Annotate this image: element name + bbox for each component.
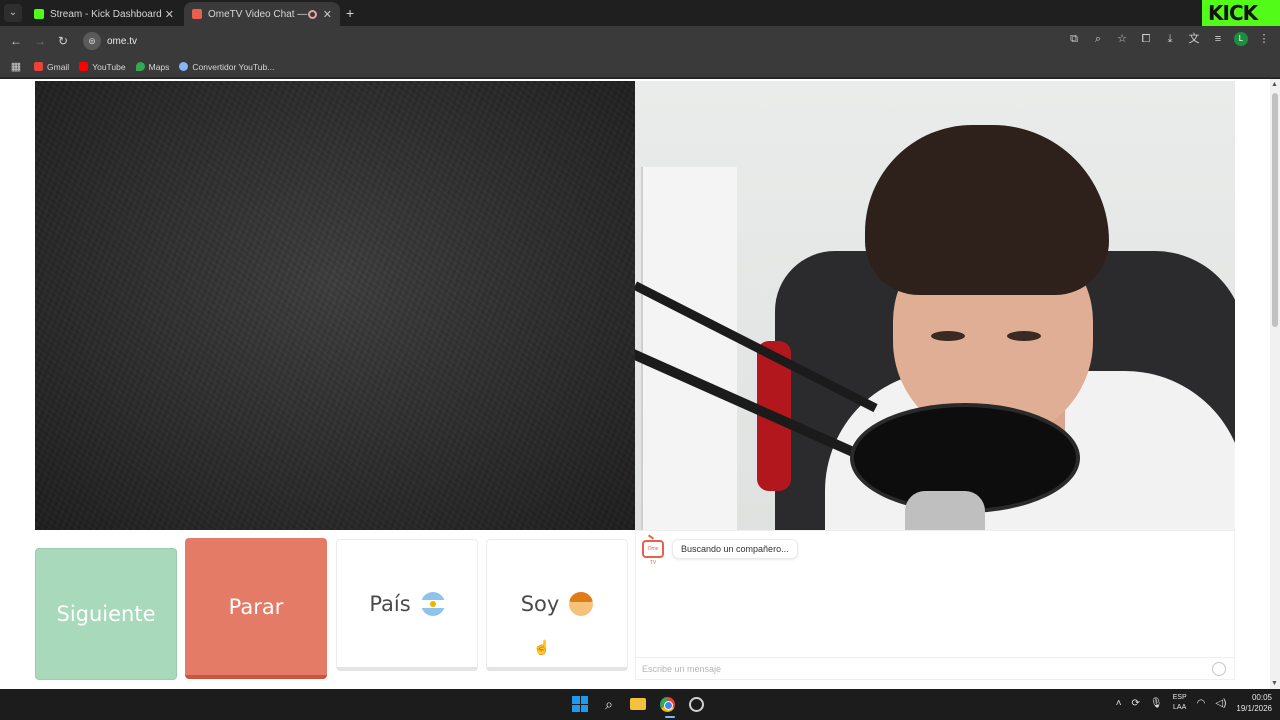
windows-start-icon[interactable] — [570, 693, 590, 715]
address-bar[interactable]: ⊜ ome.tv — [80, 30, 1030, 52]
close-tab-icon[interactable]: ✕ — [165, 8, 174, 21]
next-button[interactable]: Siguiente — [35, 548, 177, 680]
bookmark-label: Convertidor YouTub... — [192, 61, 275, 72]
tab-title: Stream - Kick Dashboard — [50, 8, 162, 20]
scroll-up-arrow-icon[interactable]: ▲ — [1271, 81, 1278, 88]
menu-kebab-icon[interactable]: ⋮ — [1256, 31, 1272, 47]
bookmark-gmail[interactable]: Gmail — [34, 62, 69, 72]
stop-button[interactable]: Parar — [185, 538, 327, 679]
site-info-icon[interactable]: ⊜ — [83, 32, 101, 50]
next-button-label: Siguiente — [56, 602, 156, 626]
tab-kick-dashboard[interactable]: Stream - Kick Dashboard ✕ — [26, 2, 182, 26]
search-icon[interactable]: ⌕ — [599, 693, 619, 715]
ometv-page: Siguiente Parar País Soy ☝ Ome TV Buscan… — [0, 79, 1270, 689]
stranger-video-static — [35, 81, 635, 530]
extensions-puzzle-icon[interactable]: ⧠ — [1138, 31, 1154, 47]
forward-arrow-icon[interactable]: → — [32, 33, 48, 49]
sync-icon[interactable]: ⟳ — [1132, 698, 1140, 709]
bookmark-label: Maps — [148, 61, 170, 72]
chat-status-bubble: Buscando un compañero... — [672, 539, 798, 559]
tab-ometv[interactable]: OmeTV Video Chat — Ome ✕ — [184, 2, 340, 26]
install-app-icon[interactable]: ⧉ — [1066, 31, 1082, 47]
clock[interactable]: 00:05 19/1/2026 — [1236, 692, 1272, 714]
file-explorer-icon[interactable] — [628, 693, 648, 715]
close-tab-icon[interactable]: ✕ — [323, 8, 332, 21]
obs-icon[interactable] — [686, 693, 706, 715]
maps-pin-icon — [135, 62, 145, 71]
kick-overlay-logo: KICK — [1202, 0, 1280, 26]
windows-taskbar: ⌕ ˄ ⟳ 🎙 ESP LAA ◠ ◁) 00:05 19/1/2026 — [0, 689, 1280, 720]
gender-button-label: Soy — [520, 591, 560, 616]
volume-icon[interactable]: ◁) — [1215, 698, 1226, 709]
emoji-smiley-icon[interactable] — [1212, 661, 1226, 676]
ometv-favicon-icon — [192, 9, 202, 19]
stop-button-label: Parar — [228, 594, 284, 619]
language-code: ESP — [1172, 694, 1187, 701]
reload-icon[interactable]: ↻ — [55, 33, 71, 49]
chat-input-bar — [636, 657, 1234, 679]
gender-button[interactable]: Soy — [486, 539, 628, 671]
converter-globe-icon — [179, 62, 189, 71]
clock-date: 19/1/2026 — [1236, 704, 1272, 713]
zoom-icon[interactable]: ⌕ — [1090, 31, 1106, 47]
scroll-down-arrow-icon[interactable]: ▼ — [1271, 680, 1278, 687]
tab-strip: ⌄ Stream - Kick Dashboard ✕ OmeTV Video … — [0, 0, 1280, 26]
chat-message: Ome TV Buscando un compañero... — [642, 539, 798, 566]
hand-cursor-icon: ☝ — [533, 639, 551, 655]
scroll-thumb[interactable] — [1272, 93, 1278, 327]
bookmark-maps[interactable]: Maps — [135, 61, 170, 72]
wifi-icon[interactable]: ◠ — [1197, 698, 1206, 709]
back-arrow-icon[interactable]: ← — [8, 33, 24, 49]
new-tab-plus-icon[interactable]: + — [346, 5, 354, 21]
country-button[interactable]: País — [336, 539, 478, 671]
chevron-up-icon[interactable]: ˄ — [1116, 698, 1122, 709]
tab-title: OmeTV Video Chat — Ome — [208, 8, 308, 20]
profile-avatar[interactable]: L — [1234, 32, 1248, 46]
message-input[interactable] — [642, 663, 1212, 674]
bookmark-youtube[interactable]: YouTube — [79, 61, 126, 72]
chat-panel: Ome TV Buscando un compañero... — [635, 530, 1235, 680]
page-scrollbar[interactable]: ▲ ▼ — [1270, 79, 1280, 689]
boy-emoji-icon — [569, 591, 594, 616]
bookmark-star-icon[interactable]: ☆ — [1114, 31, 1130, 47]
download-icon[interactable]: ⤓ — [1162, 31, 1178, 47]
argentina-flag-icon — [420, 591, 445, 616]
url-text[interactable]: ome.tv — [107, 36, 137, 47]
tab-search-chevron-icon[interactable]: ⌄ — [4, 4, 22, 22]
media-controls-icon[interactable]: ≡ — [1210, 31, 1226, 47]
language-indicator[interactable]: ESP LAA — [1173, 693, 1187, 713]
translate-icon[interactable]: 文 — [1186, 31, 1202, 47]
recording-indicator-icon — [307, 9, 317, 19]
chrome-icon[interactable] — [657, 693, 677, 715]
apps-grid-icon[interactable]: ▦ — [8, 59, 24, 75]
keyboard-layout: LAA — [1173, 704, 1187, 711]
kick-favicon-icon — [34, 9, 44, 19]
country-button-label: País — [369, 591, 411, 616]
bookmark-converter[interactable]: Convertidor YouTub... — [179, 62, 274, 72]
microphone-icon[interactable]: 🎙 — [1150, 698, 1163, 709]
clock-time: 00:05 — [1251, 693, 1272, 702]
bookmark-label: Gmail — [47, 61, 70, 72]
ometv-tv-icon: Ome TV — [642, 540, 664, 566]
bookmark-label: YouTube — [92, 61, 126, 72]
active-app-indicator — [665, 716, 675, 718]
youtube-icon — [79, 62, 89, 71]
bookmarks-bar: ▦ Gmail YouTube Maps Convertidor YouTub.… — [0, 56, 1280, 78]
browser-toolbar: ← → ↻ ⊜ ome.tv ⧉ ⌕ ☆ ⧠ ⤓ 文 ≡ L ⋮ — [0, 26, 1280, 56]
self-webcam-video — [635, 81, 1235, 530]
gmail-icon — [34, 62, 43, 71]
